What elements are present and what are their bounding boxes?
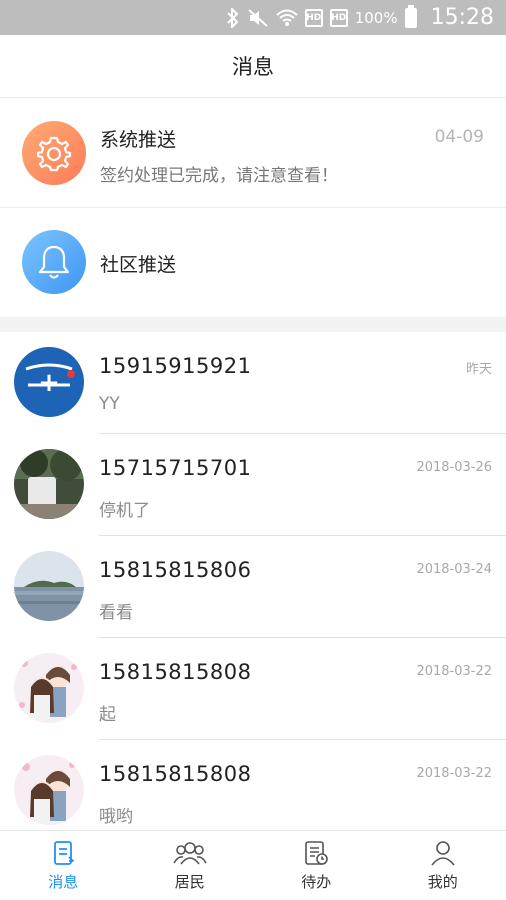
conversation-date: 2018-03-22 xyxy=(416,664,492,679)
sim1-icon: HD xyxy=(304,8,323,27)
message-icon xyxy=(54,841,75,865)
conversation-phone: 15715715701 xyxy=(99,456,252,480)
residents-icon xyxy=(173,842,207,865)
photo-avatar xyxy=(14,449,84,519)
conversation-preview: 看看 xyxy=(99,603,133,623)
system-push-avatar xyxy=(22,121,86,185)
status-icons: HD HD 100% xyxy=(226,4,417,28)
svg-text:+: + xyxy=(38,368,60,398)
conversation-preview: 哦哟 xyxy=(99,807,133,827)
bluetooth-icon xyxy=(226,7,239,28)
gear-icon xyxy=(36,136,72,172)
logo-avatar: + xyxy=(14,347,84,417)
community-push-name: 社区推送 xyxy=(100,254,177,276)
page-title: 消息 xyxy=(232,55,274,79)
bottom-tab-bar: 消息 居民 待办 我的 xyxy=(0,830,506,900)
anime-avatar xyxy=(14,755,84,825)
conversation-preview: YY xyxy=(99,394,120,414)
tab-todo[interactable]: 待办 xyxy=(253,831,380,900)
tab-todo-label: 待办 xyxy=(301,873,332,891)
conversation-preview: 起 xyxy=(99,705,116,725)
conversation-row[interactable]: 15815815806 看看 2018-03-24 xyxy=(0,536,506,638)
conversation-row[interactable]: 15815815808 哦哟 2018-03-22 xyxy=(0,740,506,830)
anime-avatar xyxy=(14,653,84,723)
system-push-message: 签约处理已完成，请注意查看！ xyxy=(100,166,338,186)
status-bar: HD HD 100% 15:28 xyxy=(0,0,506,35)
system-push-item[interactable]: 系统推送 签约处理已完成，请注意查看！ 04-09 xyxy=(0,99,506,208)
system-push-date: 04-09 xyxy=(434,127,484,147)
lake-avatar xyxy=(14,551,84,621)
conversation-phone: 15815815808 xyxy=(99,660,252,684)
wifi-icon xyxy=(276,9,298,26)
conversation-date: 2018-03-22 xyxy=(416,766,492,781)
conversation-phone: 15915915921 xyxy=(99,354,252,378)
tab-profile[interactable]: 我的 xyxy=(380,831,506,900)
tab-profile-label: 我的 xyxy=(427,873,458,891)
system-push-name: 系统推送 xyxy=(100,129,177,151)
tab-messages[interactable]: 消息 xyxy=(0,831,127,900)
conversation-list[interactable]: + 15915915921 YY 昨天 15715715701 停机了 2018… xyxy=(0,332,506,830)
battery-percent: 100% xyxy=(354,8,398,27)
conversation-row[interactable]: 15815815808 起 2018-03-22 xyxy=(0,638,506,740)
conversation-row[interactable]: 15715715701 停机了 2018-03-26 xyxy=(0,434,506,536)
community-push-avatar xyxy=(22,230,86,294)
conversation-phone: 15815815808 xyxy=(99,762,252,786)
status-time: 15:28 xyxy=(430,5,494,30)
tab-residents[interactable]: 居民 xyxy=(127,831,254,900)
tab-residents-label: 居民 xyxy=(174,873,205,891)
battery-icon xyxy=(404,4,417,28)
todo-icon xyxy=(305,841,329,865)
conversation-date: 2018-03-24 xyxy=(416,562,492,577)
mute-icon xyxy=(248,8,268,27)
page-header: 消息 xyxy=(0,35,506,98)
profile-icon xyxy=(431,841,455,866)
sim2-icon: HD xyxy=(329,8,348,27)
conversation-date: 2018-03-26 xyxy=(416,460,492,475)
community-push-item[interactable]: 社区推送 xyxy=(0,208,506,317)
conversation-phone: 15815815806 xyxy=(99,558,252,582)
conversation-date: 昨天 xyxy=(465,362,492,377)
tab-messages-label: 消息 xyxy=(48,873,79,891)
section-divider xyxy=(0,317,506,332)
conversation-row[interactable]: + 15915915921 YY 昨天 xyxy=(0,332,506,434)
conversation-preview: 停机了 xyxy=(99,501,150,521)
bell-icon xyxy=(38,245,70,279)
